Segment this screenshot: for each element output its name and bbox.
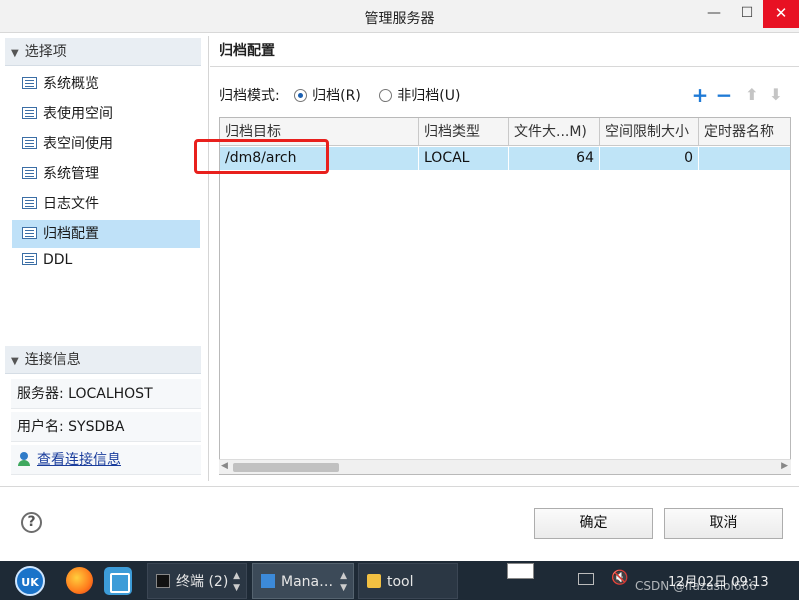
chevron-updown-icon: ▲ ▼ <box>233 571 240 593</box>
help-icon[interactable]: ? <box>21 512 42 533</box>
watermark: CSDN @lfazaslol666 <box>635 579 757 593</box>
view-connection-link[interactable]: 查看连接信息 <box>37 452 121 468</box>
ok-button[interactable]: 确定 <box>534 508 653 539</box>
archive-radio-option[interactable]: 归档(R) <box>294 88 365 104</box>
user-info: 用户名: SYSDBA <box>11 412 201 442</box>
scroll-left-icon[interactable]: ◀ <box>221 461 228 471</box>
taskbar-item-label: Mana… <box>281 574 334 590</box>
taskbar-item-manager[interactable]: Mana… ▲ ▼ <box>252 563 354 599</box>
radio-unchecked-icon[interactable] <box>379 89 393 102</box>
connection-user-icon <box>17 452 31 466</box>
connection-header-label: 连接信息 <box>24 352 81 368</box>
chevron-updown-icon: ▲ ▼ <box>340 571 347 593</box>
close-button[interactable]: ✕ <box>763 0 799 28</box>
desktop-preview-icon[interactable] <box>507 563 534 579</box>
volume-muted-icon[interactable]: 🔇 <box>611 570 628 586</box>
sidebar-item-system-overview[interactable]: 系统概览 <box>12 70 200 98</box>
title-bar: 管理服务器 — ☐ ✕ <box>0 0 799 33</box>
taskbar-item-tool[interactable]: tool <box>358 563 458 599</box>
terminal-icon <box>156 574 170 588</box>
archive-radio-label: 归档(R) <box>312 88 361 104</box>
options-header-label: 选择项 <box>24 44 67 60</box>
taskbar-item-label: 终端 (2) <box>176 574 229 590</box>
column-header-file-size[interactable]: 文件大...M) <box>509 118 600 146</box>
highlight-annotation-box <box>194 139 329 174</box>
sidebar: ▼ 选择项 系统概览 表使用空间 表空间使用 系统管理 日志文件 归档配置 DDL… <box>5 36 203 476</box>
taskbar-item-terminal[interactable]: 终端 (2) ▲ ▼ <box>147 563 247 599</box>
cell-archive-type[interactable]: LOCAL <box>419 147 509 170</box>
arrow-down-icon[interactable]: ⬇ <box>766 84 786 106</box>
list-icon <box>22 227 37 239</box>
document-icon <box>261 574 275 588</box>
footer-divider <box>0 486 799 487</box>
sidebar-item-system-management[interactable]: 系统管理 <box>12 160 200 188</box>
collapse-triangle-icon: ▼ <box>11 48 19 59</box>
taskbar-item-label: tool <box>387 574 414 590</box>
column-header-archive-type[interactable]: 归档类型 <box>419 118 509 146</box>
list-icon <box>22 167 37 179</box>
sidebar-item-label: 表使用空间 <box>43 106 113 122</box>
plus-icon[interactable]: + <box>690 84 710 106</box>
horizontal-scrollbar[interactable]: ◀ ▶ <box>219 459 791 474</box>
radio-checked-icon[interactable] <box>294 89 308 102</box>
collapse-triangle-icon: ▼ <box>11 356 19 367</box>
window-title: 管理服务器 <box>364 11 435 27</box>
options-section-header[interactable]: ▼ 选择项 <box>5 38 201 66</box>
cell-file-size[interactable]: 64 <box>509 147 600 170</box>
firefox-icon[interactable] <box>66 567 93 594</box>
server-info: 服务器: LOCALHOST <box>11 379 201 409</box>
sidebar-item-log-files[interactable]: 日志文件 <box>12 190 200 218</box>
scroll-right-icon[interactable]: ▶ <box>781 461 788 471</box>
sidebar-item-label: 系统管理 <box>43 166 99 182</box>
cancel-button[interactable]: 取消 <box>664 508 783 539</box>
sidebar-item-label: 归档配置 <box>43 226 99 242</box>
start-menu-logo-icon[interactable]: UK <box>15 566 45 596</box>
sidebar-divider <box>208 36 209 481</box>
folder-icon <box>367 574 381 588</box>
list-icon <box>22 137 37 149</box>
column-header-space-limit[interactable]: 空间限制大小 <box>600 118 699 146</box>
cell-space-limit[interactable]: 0 <box>600 147 699 170</box>
maximize-button[interactable]: ☐ <box>730 0 764 28</box>
title-divider <box>210 66 799 67</box>
sidebar-item-label: 表空间使用 <box>43 136 113 152</box>
sidebar-item-archive-config[interactable]: 归档配置 <box>12 220 200 248</box>
scrollbar-thumb[interactable] <box>233 463 339 472</box>
no-archive-radio-option[interactable]: 非归档(U) <box>379 88 460 104</box>
cell-timer-name[interactable] <box>699 147 790 170</box>
page-title: 归档配置 <box>219 43 275 59</box>
list-icon <box>22 253 37 265</box>
sidebar-item-label: DDL <box>43 252 73 268</box>
view-connection-row[interactable]: 查看连接信息 <box>11 445 201 475</box>
archive-mode-label: 归档模式: <box>219 88 280 104</box>
keyboard-icon[interactable] <box>578 573 594 585</box>
archive-mode-row: 归档模式: 归档(R) 非归档(U) <box>219 86 460 106</box>
minus-icon[interactable]: − <box>714 84 734 106</box>
sidebar-item-label: 系统概览 <box>43 76 99 92</box>
minimize-button[interactable]: — <box>697 0 731 28</box>
connection-section-header[interactable]: ▼ 连接信息 <box>5 346 201 374</box>
column-header-timer-name[interactable]: 定时器名称 <box>699 118 790 146</box>
sidebar-item-table-usage[interactable]: 表使用空间 <box>12 100 200 128</box>
arrow-up-icon[interactable]: ⬆ <box>742 84 762 106</box>
no-archive-radio-label: 非归档(U) <box>397 88 461 104</box>
sidebar-item-ddl[interactable]: DDL <box>12 246 200 274</box>
list-icon <box>22 107 37 119</box>
sidebar-item-tablespace-usage[interactable]: 表空间使用 <box>12 130 200 158</box>
list-icon <box>22 197 37 209</box>
file-manager-icon[interactable] <box>104 567 132 595</box>
sidebar-item-label: 日志文件 <box>43 196 99 212</box>
list-icon <box>22 77 37 89</box>
